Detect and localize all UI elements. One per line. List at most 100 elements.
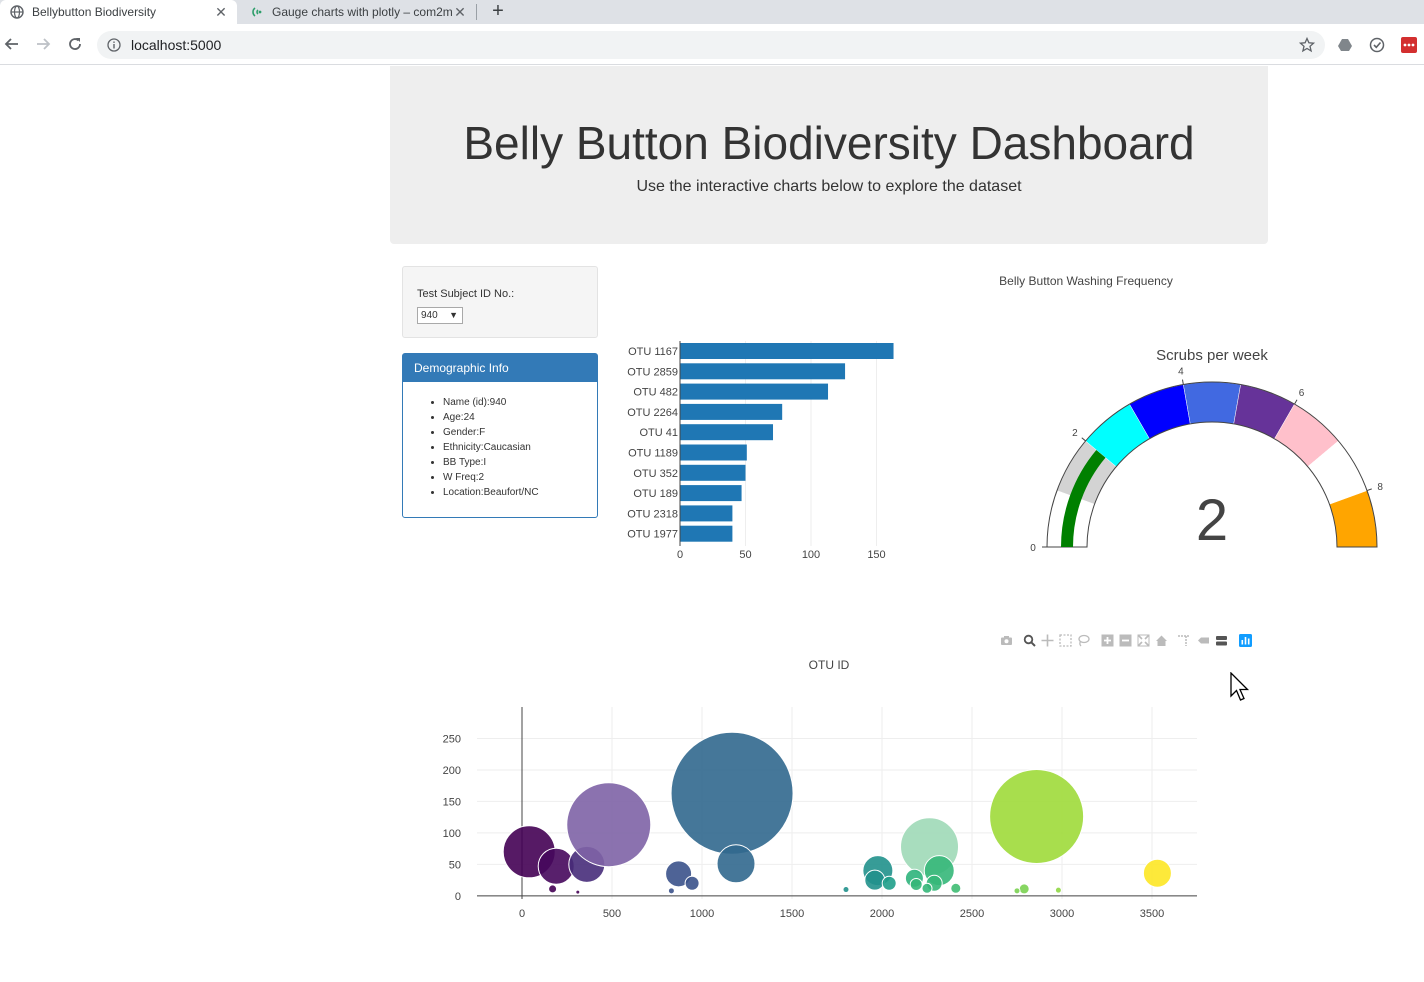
close-icon[interactable]: ✕ [213,4,229,20]
bar-category-label: OTU 189 [633,488,678,500]
home-icon[interactable] [1155,634,1168,647]
plot-modebar [998,634,1258,650]
demographic-panel-title: Demographic Info [403,354,597,382]
bar-category-label: OTU 1167 [628,346,678,358]
star-icon[interactable] [1298,36,1316,53]
forward-arrow-icon[interactable] [33,34,53,54]
bar-category-label: OTU 1189 [628,448,678,460]
hover-compare-icon[interactable] [1215,634,1228,647]
info-icon[interactable] [107,38,121,52]
bar[interactable] [680,485,742,502]
bubble[interactable] [566,782,652,868]
zoom-icon[interactable] [1023,634,1036,647]
washing-frequency-gauge[interactable]: Belly Button Washing Frequency Scrubs per… [960,266,1400,566]
autoscale-icon[interactable] [1137,634,1150,647]
y-tick-label: 200 [443,765,461,777]
box-select-icon[interactable] [1059,634,1072,647]
bubble[interactable] [989,769,1085,865]
x-tick-label: 2500 [960,908,984,920]
bubble[interactable] [1142,858,1172,888]
bar[interactable] [680,525,733,542]
bubble[interactable] [950,882,962,894]
bar[interactable] [680,505,733,522]
bar[interactable] [680,424,774,441]
demographic-item: Name (id):940 [443,395,597,410]
gauge-tick [1366,488,1372,492]
close-icon[interactable]: ✕ [452,4,468,20]
tab-bellybutton[interactable]: Bellybutton Biodiversity ✕ [0,0,237,24]
check-circle-icon[interactable] [1369,37,1385,53]
bar[interactable] [680,363,846,380]
subject-selector-well: Test Subject ID No.: 940 ▼ [402,266,598,338]
reload-icon[interactable] [65,34,85,54]
gauge-subtitle: Scrubs per week [1156,347,1268,364]
bubble[interactable] [548,884,558,894]
drive-icon[interactable] [1337,37,1353,53]
x-tick-label: 3000 [1050,908,1074,920]
hover-closest-icon[interactable] [1197,634,1210,647]
bubble[interactable] [575,889,581,895]
gauge-tick [1181,379,1184,385]
extension-icon[interactable] [1401,37,1417,53]
demographic-item: Location:Beaufort/NC [443,485,597,500]
address-bar[interactable]: localhost:5000 [97,31,1325,59]
bubble[interactable] [1018,883,1030,895]
bar[interactable] [680,383,829,400]
page-subtitle: Use the interactive charts below to expl… [636,178,1022,195]
bar[interactable] [680,464,746,481]
bar-category-label: OTU 352 [633,468,678,480]
y-tick-label: 0 [455,891,461,903]
otu-bar-chart[interactable]: OTU 1167 OTU 2859 OTU 482 OTU 2264 OTU 41 OTU… [610,335,910,565]
bubble[interactable] [670,731,794,855]
bubble[interactable] [842,886,850,894]
bubble[interactable] [1054,886,1062,894]
zoom-out-icon[interactable] [1119,634,1132,647]
demographic-item: Ethnicity:Caucasian [443,440,597,455]
lasso-icon[interactable] [1077,634,1090,647]
spike-lines-icon[interactable] [1177,634,1190,647]
bubble[interactable] [716,844,756,884]
tab-title: Gauge charts with plotly – com2m [272,5,452,19]
y-tick-label: 250 [443,733,461,745]
page-title: Belly Button Biodiversity Dashboard [463,117,1195,169]
bubble[interactable] [921,882,933,894]
zoom-in-icon[interactable] [1101,634,1114,647]
gauge-title: Belly Button Washing Frequency [999,274,1173,288]
signal-icon [250,5,264,19]
y-tick-label: 150 [443,796,461,808]
gauge-step [1183,381,1241,425]
subject-id-select[interactable]: 940 ▼ [417,307,463,324]
bar[interactable] [680,444,747,461]
tab-title: Bellybutton Biodiversity [32,5,157,19]
bubble[interactable] [864,869,886,891]
plotly-logo-icon[interactable] [1239,634,1252,647]
bar-category-label: OTU 482 [633,387,678,399]
bubble[interactable] [684,875,700,891]
y-tick-label: 50 [449,859,461,871]
bubble[interactable] [881,875,897,891]
bubble[interactable] [909,878,923,892]
x-tick-label: 100 [802,549,820,561]
dropdown-arrow-icon: ▼ [449,310,458,320]
bar-category-label: OTU 2859 [627,366,678,378]
demographic-panel: Demographic Info Name (id):940 Age:24 Ge… [402,353,598,518]
header-jumbotron: Belly Button Biodiversity Dashboard Use … [390,66,1268,244]
bar-category-label: OTU 41 [639,427,678,439]
otu-bubble-chart[interactable]: OTU ID 0 500 1000 1500 2000 2500 3000 3500 0 50 100… [420,652,1220,932]
tab-gauge-charts[interactable]: Gauge charts with plotly – com2m ✕ [240,0,476,24]
bubble[interactable] [667,887,675,895]
pan-icon[interactable] [1041,634,1054,647]
bar[interactable] [680,403,783,420]
camera-icon[interactable] [1000,634,1013,647]
gauge-tick-label: 0 [1030,543,1036,554]
browser-toolbar: localhost:5000 [0,24,1424,65]
x-tick-label: 3500 [1140,908,1164,920]
tab-separator [476,4,477,20]
bar[interactable] [680,343,894,359]
bubble[interactable] [1013,887,1021,895]
globe-icon [10,5,24,19]
new-tab-icon[interactable]: + [487,1,509,23]
gauge-tick-label: 8 [1377,482,1383,493]
back-arrow-icon[interactable] [2,34,22,54]
x-tick-label: 2000 [870,908,894,920]
